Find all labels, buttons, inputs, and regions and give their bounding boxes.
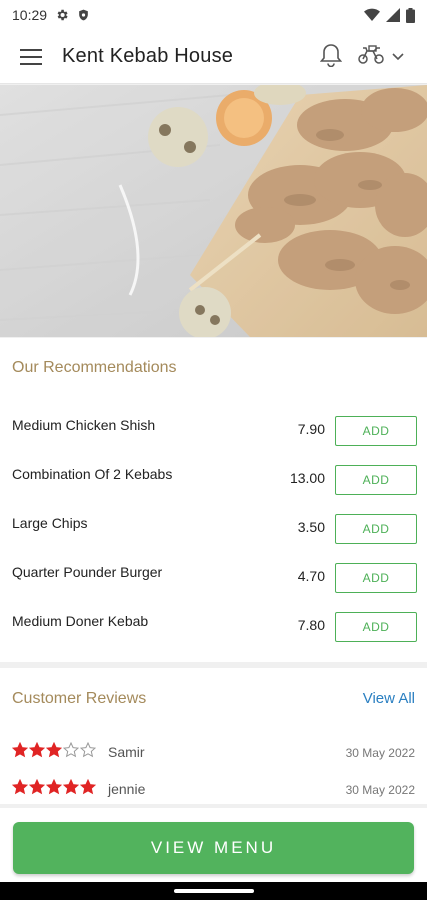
bottom-action-bar: VIEW MENU	[0, 808, 427, 886]
star-filled-icon	[63, 779, 79, 795]
star-filled-icon	[12, 742, 28, 758]
reviewer-name: jennie	[108, 781, 146, 797]
review-date: 30 May 2022	[345, 783, 415, 797]
battery-icon	[406, 7, 415, 23]
star-filled-icon	[12, 779, 28, 795]
reviewer-name: Samir	[108, 744, 145, 760]
recommendation-item: Medium Chicken Shish 7.90 ADD	[0, 403, 427, 452]
item-price: 7.80	[297, 617, 325, 633]
item-price: 3.50	[297, 519, 325, 535]
star-empty-icon	[63, 742, 79, 758]
gear-icon	[55, 8, 69, 22]
chevron-down-icon	[392, 48, 404, 66]
item-name: Large Chips	[12, 515, 88, 531]
home-gesture-handle[interactable]	[174, 889, 254, 893]
add-button[interactable]: ADD	[335, 465, 417, 495]
add-button[interactable]: ADD	[335, 563, 417, 593]
star-filled-icon	[46, 779, 62, 795]
hamburger-menu-icon[interactable]	[0, 30, 62, 84]
add-button[interactable]: ADD	[335, 612, 417, 642]
status-time: 10:29	[12, 7, 48, 23]
reviews-title: Customer Reviews	[12, 690, 147, 707]
system-navigation-bar	[0, 882, 427, 900]
recommendation-item: Quarter Pounder Burger 4.70 ADD	[0, 550, 427, 599]
review-row: jennie 30 May 2022	[0, 775, 427, 805]
add-button[interactable]: ADD	[335, 514, 417, 544]
star-rating	[12, 779, 96, 795]
item-name: Quarter Pounder Burger	[12, 564, 163, 580]
reviews-section: Customer Reviews View All Samir 30 May 2…	[0, 668, 427, 804]
item-price: 4.70	[297, 568, 325, 584]
status-bar: 10:29	[0, 0, 427, 30]
page-title: Kent Kebab House	[62, 45, 234, 67]
star-filled-icon	[46, 742, 62, 758]
item-name: Medium Chicken Shish	[12, 417, 156, 433]
review-date: 30 May 2022	[345, 746, 415, 760]
delivery-bike-icon	[358, 44, 384, 70]
hero-image	[0, 85, 427, 337]
star-filled-icon	[29, 742, 45, 758]
signal-icon	[386, 8, 400, 22]
view-menu-button[interactable]: VIEW MENU	[13, 822, 414, 874]
shield-icon	[77, 8, 90, 22]
star-empty-icon	[80, 742, 96, 758]
delivery-mode-selector[interactable]	[358, 42, 414, 72]
item-name: Combination Of 2 Kebabs	[12, 466, 173, 482]
recommendation-item: Combination Of 2 Kebabs 13.00 ADD	[0, 452, 427, 501]
recommendations-title: Our Recommendations	[12, 359, 177, 376]
item-price: 13.00	[289, 470, 325, 486]
item-name: Medium Doner Kebab	[12, 613, 149, 629]
add-button[interactable]: ADD	[335, 416, 417, 446]
recommendation-item: Large Chips 3.50 ADD	[0, 501, 427, 550]
review-row: Samir 30 May 2022	[0, 738, 427, 768]
bell-icon[interactable]	[316, 40, 346, 70]
star-filled-icon	[80, 779, 96, 795]
wifi-icon	[364, 8, 380, 22]
item-price: 7.90	[297, 421, 325, 437]
star-filled-icon	[29, 779, 45, 795]
view-all-link[interactable]: View All	[363, 690, 415, 707]
star-rating	[12, 742, 96, 758]
app-bar: Kent Kebab House	[0, 30, 427, 84]
recommendations-section: Our Recommendations Medium Chicken Shish…	[0, 338, 427, 662]
recommendation-item: Medium Doner Kebab 7.80 ADD	[0, 599, 427, 648]
